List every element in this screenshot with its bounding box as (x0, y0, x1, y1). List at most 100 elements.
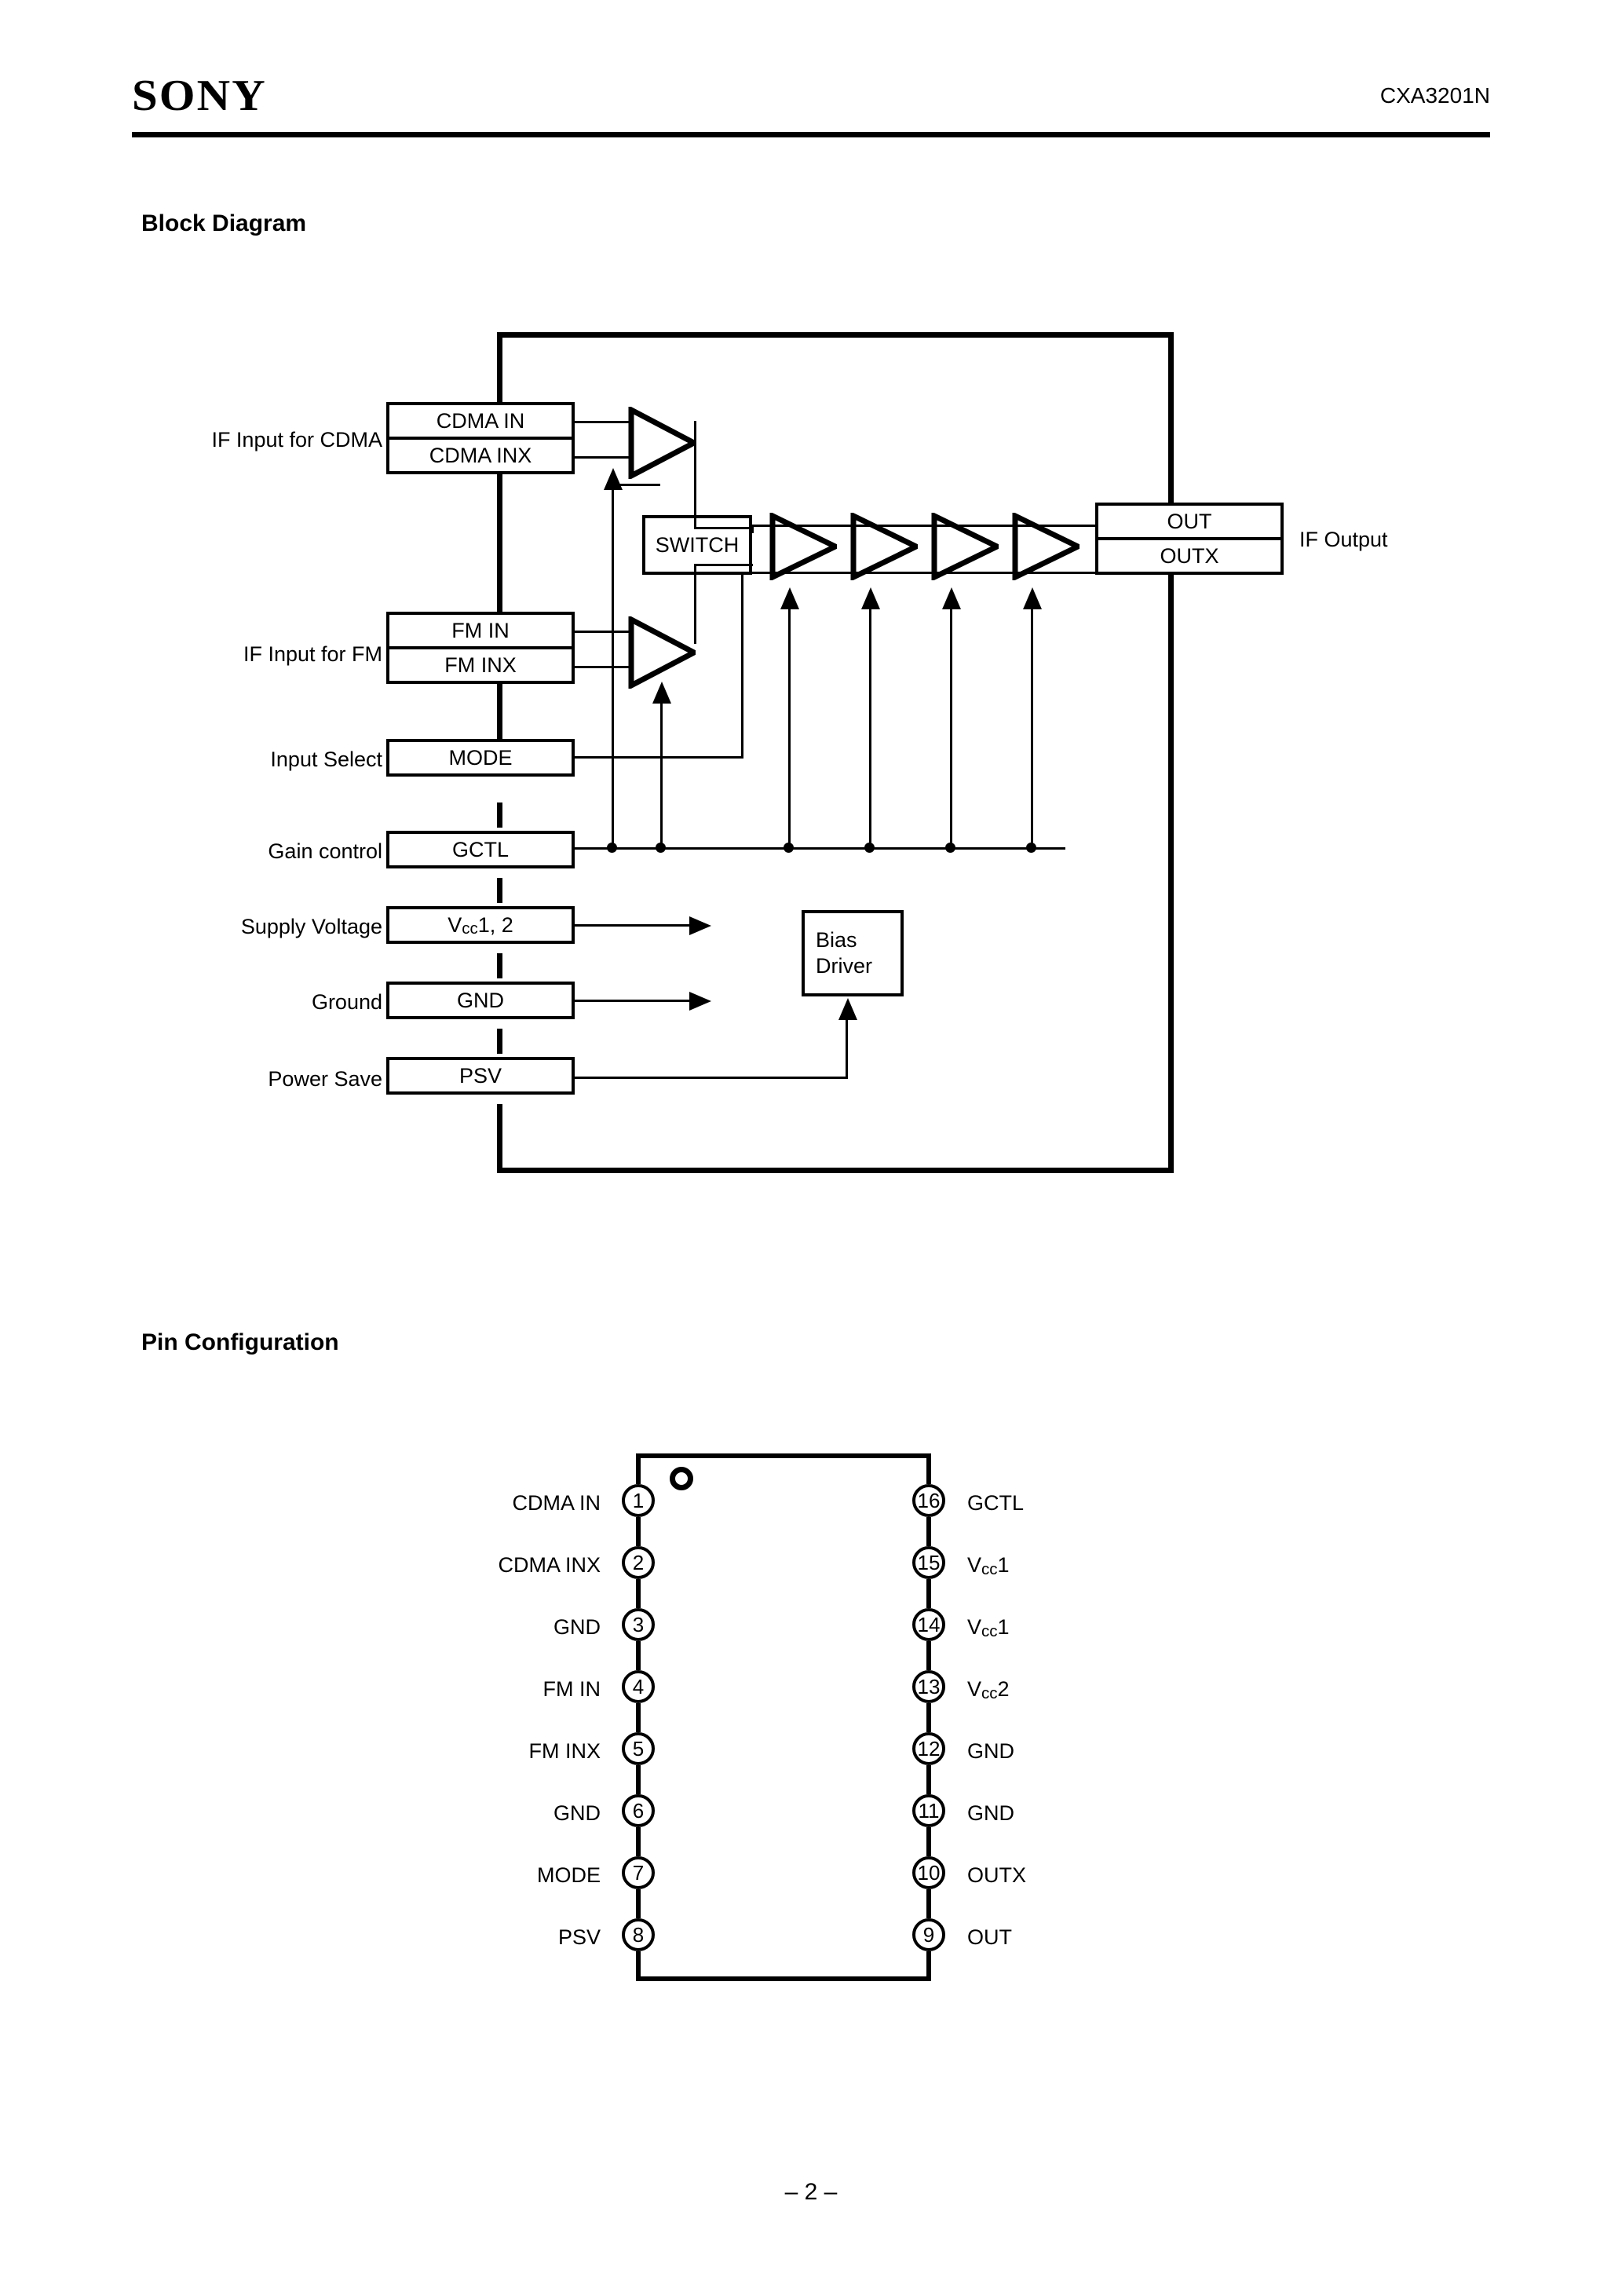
arrowhead-gctl-stage-4 (1023, 587, 1042, 609)
pin-label-11: GND (967, 1801, 1014, 1825)
pin-label-10: OUTX (967, 1863, 1027, 1887)
wire-gctl-bus (575, 847, 1065, 850)
wire-chain-rail-top (752, 525, 1082, 527)
wire-fm-inx (575, 666, 631, 668)
pin-circle-9: 9 (912, 1918, 945, 1951)
pin-label-2: CDMA INX (498, 1553, 601, 1577)
package-edge-right-0 (926, 1453, 931, 1484)
amplifier-stage-2 (850, 513, 918, 580)
junction-dot-2 (656, 843, 666, 853)
wire-gctl-to-stage-2 (869, 603, 871, 847)
wire-vcc (575, 924, 692, 927)
pin-circle-2: 2 (622, 1546, 655, 1579)
wire-gnd (575, 1000, 692, 1002)
wire-chain-rail-bottom (752, 572, 1098, 574)
package-edge-right-6 (926, 1827, 931, 1856)
pin-label-8: PSV (557, 1925, 601, 1949)
wire-gctl-to-fm-amp (660, 697, 663, 847)
pinbox-fm-in-label: FM IN (389, 615, 572, 649)
package-edge-left-4 (636, 1703, 641, 1732)
wire-gctl-to-stage-3 (950, 603, 952, 847)
pinbox-gnd: GND (386, 982, 575, 1019)
label-if-input-fm: IF Input for FM (243, 642, 382, 666)
arrowhead-psv-bias (838, 998, 857, 1020)
bias-driver-line1: Bias (816, 928, 857, 952)
package-edge-left-0 (636, 1453, 641, 1484)
pin-label-9: OUT (967, 1925, 1012, 1949)
block-bias-driver: Bias Driver (802, 910, 904, 996)
pin-circle-11: 11 (912, 1794, 945, 1827)
datasheet-page: SONY CXA3201N Block Diagram IF Input for… (0, 0, 1622, 2296)
pin-circle-14: 14 (912, 1608, 945, 1641)
chip-boundary-top (497, 332, 1174, 338)
pin-circle-1: 1 (622, 1484, 655, 1517)
arrowhead-gctl-stage-1 (780, 587, 799, 609)
chip-boundary-left-7 (497, 1029, 502, 1054)
junction-dot-4 (864, 843, 875, 853)
wire-gctl-to-stage-4 (1031, 603, 1033, 847)
wire-chain-to-out (1079, 525, 1098, 527)
pinbox-psv: PSV (386, 1057, 575, 1095)
wire-gctl-cdma-jog (612, 484, 660, 486)
pin-label-7: MODE (537, 1863, 601, 1887)
pin-circle-8: 8 (622, 1918, 655, 1951)
package-edge-right-5 (926, 1765, 931, 1794)
package-edge-left-2 (636, 1579, 641, 1608)
pin-label-6: GND (553, 1801, 601, 1825)
junction-dot-3 (784, 843, 794, 853)
chip-boundary-left-8 (497, 1104, 502, 1171)
wire-cdma-amp-out-h (694, 527, 753, 529)
block-diagram-heading: Block Diagram (141, 210, 307, 236)
chip-boundary-left-5 (497, 878, 502, 903)
package-edge-left-7 (636, 1889, 641, 1918)
package-edge-right-8 (926, 1951, 931, 1981)
chip-boundary-bottom (497, 1168, 1174, 1173)
pin-label-16: GCTL (967, 1491, 1025, 1515)
arrowhead-gctl-cdma-amp (604, 468, 623, 490)
arrowhead-gnd (689, 992, 711, 1011)
pinbox-out-label: OUT (1098, 506, 1280, 540)
pin-label-4: FM IN (542, 1677, 601, 1701)
wire-cdma-inx (575, 456, 631, 459)
pin-circle-5: 5 (622, 1732, 655, 1765)
wire-gctl-to-stage-1 (788, 603, 791, 847)
pin-circle-7: 7 (622, 1856, 655, 1889)
pinbox-vcc-label: Vcc1, 2 (448, 912, 513, 938)
pin-circle-10: 10 (912, 1856, 945, 1889)
package-edge-right-2 (926, 1579, 931, 1608)
wire-cdma-switch-tie (751, 527, 754, 533)
chip-boundary-right (1168, 332, 1174, 1173)
amplifier-cdma-input (628, 407, 696, 479)
wire-fm-amp-out-h (694, 564, 753, 566)
wire-cdma-amp-out-v (694, 421, 696, 527)
amplifier-stage-4 (1012, 513, 1080, 580)
arrowhead-gctl-stage-2 (861, 587, 880, 609)
package-outline-bottom (636, 1976, 931, 1981)
package-outline-top (636, 1453, 931, 1458)
pin-circle-13: 13 (912, 1670, 945, 1703)
label-gain-control: Gain control (268, 839, 382, 863)
pin-circle-15: 15 (912, 1546, 945, 1579)
pin-circle-16: 16 (912, 1484, 945, 1517)
package-edge-right-4 (926, 1703, 931, 1732)
label-input-select: Input Select (270, 748, 382, 771)
package-edge-left-5 (636, 1765, 641, 1794)
pin-circle-12: 12 (912, 1732, 945, 1765)
label-supply-voltage: Supply Voltage (240, 915, 382, 938)
pinbox-fm-inx-label: FM INX (444, 653, 517, 677)
package-edge-right-7 (926, 1889, 931, 1918)
pin-circle-6: 6 (622, 1794, 655, 1827)
package-edge-right-3 (926, 1641, 931, 1670)
package-edge-left-3 (636, 1641, 641, 1670)
pin-1-orientation-dot (670, 1467, 693, 1490)
sony-logo: SONY (132, 71, 267, 120)
label-if-input-cdma: IF Input for CDMA (211, 428, 382, 452)
wire-cdma-in (575, 421, 631, 423)
wire-mode-h (575, 756, 743, 759)
junction-dot-1 (607, 843, 617, 853)
header-divider (132, 132, 1490, 137)
wire-psv-h (575, 1077, 848, 1079)
chip-boundary-left-4 (497, 803, 502, 828)
chip-boundary-left-2 (497, 474, 502, 612)
pin-label-13: Vcc2 (967, 1677, 1010, 1702)
